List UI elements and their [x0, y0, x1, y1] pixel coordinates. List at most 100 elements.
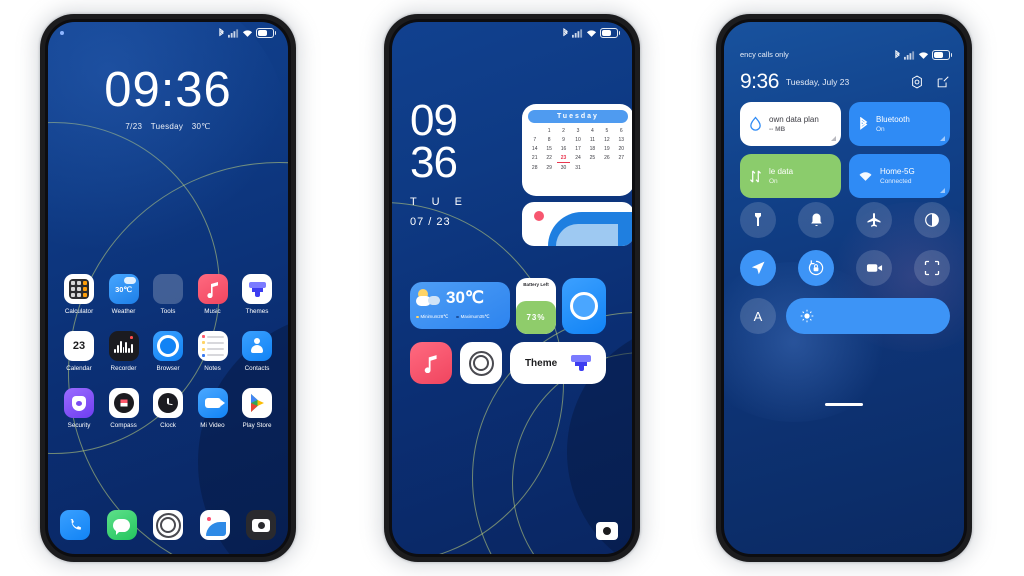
- theme-widget[interactable]: Theme: [510, 342, 606, 384]
- camera-button[interactable]: [596, 522, 618, 540]
- app-grid: Calculator 30℃ Weather Tools Music Theme…: [58, 274, 278, 445]
- calendar-day[interactable]: 3: [571, 127, 584, 135]
- tile-mobile-data[interactable]: le data On: [740, 154, 841, 198]
- app-clock[interactable]: Clock: [147, 388, 189, 429]
- clock-date: 7/23: [125, 122, 143, 131]
- tile-bluetooth[interactable]: Bluetooth On: [849, 102, 950, 146]
- app-notes[interactable]: Notes: [192, 331, 234, 372]
- weather-temp: 30℃: [446, 288, 485, 307]
- big-clock-widget: 09 36 T U E 07 / 23: [410, 99, 468, 228]
- settings-widget[interactable]: [460, 342, 502, 384]
- calendar-day[interactable]: 1: [542, 127, 555, 135]
- calendar-day[interactable]: 28: [528, 164, 541, 172]
- screen-record-icon[interactable]: [856, 250, 892, 286]
- calendar-day[interactable]: 12: [600, 136, 613, 144]
- wifi-icon: [918, 51, 928, 59]
- app-themes[interactable]: Themes: [236, 274, 278, 315]
- phone-3-screen: ency calls only 9:36 Tuesday, July 23 ow…: [724, 22, 964, 554]
- calendar-day[interactable]: 21: [528, 154, 541, 163]
- app-calculator[interactable]: Calculator: [58, 274, 100, 315]
- calendar-day[interactable]: 2: [557, 127, 570, 135]
- calendar-day[interactable]: 9: [557, 136, 570, 144]
- settings-icon[interactable]: [153, 510, 183, 540]
- app-recorder[interactable]: Recorder: [103, 331, 145, 372]
- calendar-day[interactable]: 6: [615, 127, 628, 135]
- tools-folder-icon: [153, 274, 183, 304]
- calendar-day[interactable]: 29: [542, 164, 555, 172]
- calendar-day[interactable]: 27: [615, 154, 628, 163]
- calendar-day[interactable]: 14: [528, 145, 541, 153]
- calendar-day[interactable]: 20: [615, 145, 628, 153]
- app-security[interactable]: Security: [58, 388, 100, 429]
- app-row: 23 Calendar Recorder Browser Notes Conta…: [58, 331, 278, 372]
- gallery-icon[interactable]: [199, 510, 230, 540]
- phone-3-bezel: ency calls only 9:36 Tuesday, July 23 ow…: [721, 19, 967, 557]
- browser-widget[interactable]: [562, 278, 606, 334]
- app-contacts[interactable]: Contacts: [236, 331, 278, 372]
- calendar-day[interactable]: 26: [600, 154, 613, 163]
- bell-icon[interactable]: [798, 202, 834, 238]
- location-icon[interactable]: [740, 250, 776, 286]
- battery-widget[interactable]: Battery Left 73%: [516, 278, 556, 334]
- calendar-day[interactable]: 22: [542, 154, 555, 163]
- music-widget[interactable]: [410, 342, 452, 384]
- lock-time: 9:36: [740, 70, 779, 93]
- brightness-slider[interactable]: [786, 298, 950, 334]
- app-weather[interactable]: 30℃ Weather: [103, 274, 145, 315]
- calendar-day[interactable]: 31: [571, 164, 584, 172]
- calendar-day[interactable]: 16: [557, 145, 570, 153]
- calendar-day[interactable]: 4: [586, 127, 599, 135]
- app-calendar[interactable]: 23 Calendar: [58, 331, 100, 372]
- calendar-day[interactable]: 13: [615, 136, 628, 144]
- app-mi-video[interactable]: Mi Video: [192, 388, 234, 429]
- app-play-store[interactable]: Play Store: [236, 388, 278, 429]
- tile-wifi[interactable]: Home-5G Connected: [849, 154, 950, 198]
- calendar-day[interactable]: 17: [571, 145, 584, 153]
- calendar-day[interactable]: 25: [586, 154, 599, 163]
- clock-date: 07 / 23: [410, 215, 451, 228]
- edit-icon[interactable]: [936, 75, 950, 89]
- calendar-day[interactable]: 19: [600, 145, 613, 153]
- flashlight-icon[interactable]: [740, 202, 776, 238]
- app-browser[interactable]: Browser: [147, 331, 189, 372]
- settings-gear-icon[interactable]: [910, 75, 924, 89]
- calendar-day[interactable]: 11: [586, 136, 599, 144]
- messages-icon[interactable]: [106, 510, 137, 540]
- phone-icon[interactable]: [60, 510, 90, 540]
- drag-handle[interactable]: [825, 403, 863, 406]
- airplane-mode-icon[interactable]: [856, 202, 892, 238]
- calendar-day[interactable]: 7: [528, 136, 541, 144]
- gallery-widget[interactable]: [522, 202, 632, 246]
- calendar-day[interactable]: 15: [542, 145, 555, 153]
- app-label: Themes: [245, 308, 269, 315]
- wifi-icon: [242, 29, 252, 37]
- app-compass[interactable]: Compass: [103, 388, 145, 429]
- calendar-day[interactable]: 30: [557, 164, 570, 172]
- rotation-lock-icon[interactable]: [798, 250, 834, 286]
- auto-brightness-toggle[interactable]: A: [740, 298, 776, 334]
- expand-corner-icon[interactable]: [940, 188, 945, 193]
- expand-corner-icon[interactable]: [831, 136, 836, 141]
- tile-data-plan[interactable]: own data plan -- MB: [740, 102, 841, 146]
- toggle-row: [740, 202, 950, 238]
- contacts-icon: [242, 331, 272, 361]
- app-music[interactable]: Music: [192, 274, 234, 315]
- security-icon: [64, 388, 94, 418]
- calendar-day[interactable]: 18: [586, 145, 599, 153]
- calendar-widget[interactable]: Tuesday 1 2 3 4 5 6 7 8 9 10 11 12 13 14 15 16 17 18 19 20 2…: [522, 104, 632, 196]
- dark-mode-icon[interactable]: [914, 202, 950, 238]
- app-label: Tools: [160, 308, 176, 315]
- calendar-day[interactable]: 24: [571, 154, 584, 163]
- camera-icon[interactable]: [246, 510, 276, 540]
- weather-widget[interactable]: 30℃ Minimum28℃ Maximum35℃: [410, 282, 510, 329]
- calendar-day[interactable]: 10: [571, 136, 584, 144]
- calendar-day[interactable]: 8: [542, 136, 555, 144]
- calendar-day[interactable]: 5: [600, 127, 613, 135]
- scanner-icon[interactable]: [914, 250, 950, 286]
- expand-corner-icon[interactable]: [940, 136, 945, 141]
- battery-fill: 73%: [516, 301, 556, 334]
- calendar-day-today[interactable]: 23: [556, 154, 571, 163]
- app-tools-folder[interactable]: Tools: [147, 274, 189, 315]
- themes-icon: [242, 274, 272, 304]
- app-label: Browser: [156, 365, 180, 372]
